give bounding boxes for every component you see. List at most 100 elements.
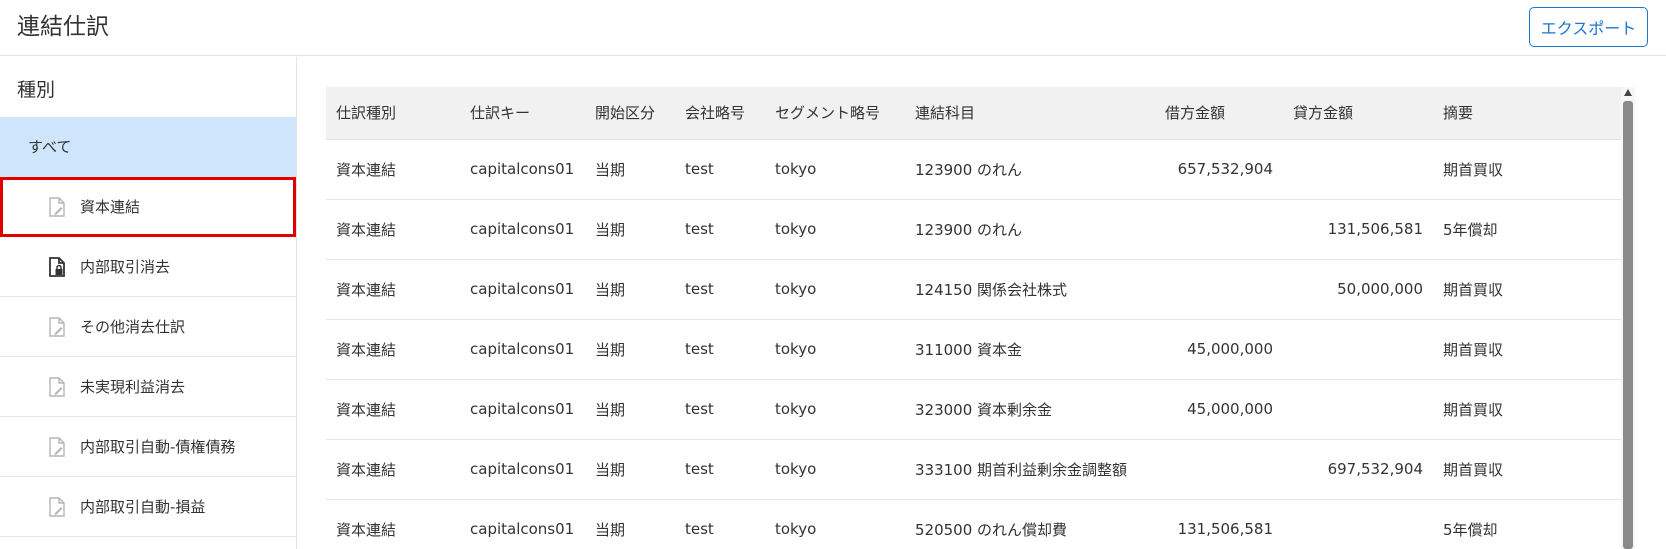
- table-row[interactable]: 資本連結 capitalcons01 当期 test tokyo 124150 …: [326, 259, 1621, 320]
- table-cell: capitalcons01: [460, 259, 585, 320]
- sidebar-list: すべて 資本連結 内部取引消去 その他消去仕訳 未実現利益消去 内部取引自動-債…: [0, 117, 296, 537]
- table-cell: capitalcons01: [460, 439, 585, 500]
- table-cell: 期首買収: [1433, 139, 1621, 200]
- document-edit-icon: [48, 497, 66, 517]
- table-cell: 657,532,904: [1155, 139, 1283, 200]
- column-header[interactable]: 連結科目: [905, 87, 1155, 140]
- table-cell: 当期: [585, 259, 675, 320]
- table-header-row: 仕訳種別 仕訳キー 開始区分 会社略号 セグメント略号 連結科目 借方金額 貸方…: [326, 87, 1621, 140]
- table-cell: 311000 資本金: [905, 319, 1155, 380]
- table-cell: 当期: [585, 199, 675, 260]
- table-cell: tokyo: [765, 259, 905, 320]
- table-cell: test: [675, 379, 765, 440]
- table-cell: test: [675, 139, 765, 200]
- table-cell: [1283, 139, 1433, 200]
- table-cell: 当期: [585, 319, 675, 380]
- table-cell: 期首買収: [1433, 319, 1621, 380]
- sidebar-heading: 種別: [17, 79, 56, 101]
- table-cell: tokyo: [765, 379, 905, 440]
- sidebar-item-auto-profit-loss[interactable]: 内部取引自動-損益: [0, 477, 296, 537]
- table-row[interactable]: 資本連結 capitalcons01 当期 test tokyo 123900 …: [326, 139, 1621, 200]
- table-cell: capitalcons01: [460, 199, 585, 260]
- column-header[interactable]: 開始区分: [585, 87, 675, 140]
- sidebar-item-label: 内部取引自動-債権債務: [80, 438, 236, 456]
- column-header[interactable]: 摘要: [1433, 87, 1621, 140]
- export-button[interactable]: エクスポート: [1529, 7, 1648, 47]
- sidebar-item-unrealized-profit[interactable]: 未実現利益消去: [0, 357, 296, 417]
- table-cell: [1283, 379, 1433, 440]
- table-cell: tokyo: [765, 199, 905, 260]
- table-cell: capitalcons01: [460, 139, 585, 200]
- column-header[interactable]: 借方金額: [1155, 87, 1283, 140]
- table-cell: 5年償却: [1433, 499, 1621, 549]
- table-cell: 資本連結: [326, 319, 460, 380]
- table-cell: test: [675, 199, 765, 260]
- table-cell: 資本連結: [326, 199, 460, 260]
- sidebar-item-capital-consolidation[interactable]: 資本連結: [0, 177, 296, 237]
- table-row[interactable]: 資本連結 capitalcons01 当期 test tokyo 323000 …: [326, 379, 1621, 440]
- table-cell: 45,000,000: [1155, 379, 1283, 440]
- scroll-up-arrow-icon[interactable]: [1624, 89, 1632, 96]
- table-cell: 520500 のれん償却費: [905, 499, 1155, 549]
- sidebar-item-label: 内部取引自動-損益: [80, 498, 206, 516]
- table-cell: 131,506,581: [1283, 199, 1433, 260]
- journal-table: 仕訳種別 仕訳キー 開始区分 会社略号 セグメント略号 連結科目 借方金額 貸方…: [326, 87, 1621, 549]
- sidebar: 種別 すべて 資本連結 内部取引消去 その他消去仕訳 未実現利益消去 内部取引自…: [0, 57, 297, 549]
- app-root: 連結仕訳 エクスポート 種別 すべて 資本連結 内部取引消去 その他消去仕訳 未…: [0, 0, 1666, 549]
- column-header[interactable]: セグメント略号: [765, 87, 905, 140]
- table-cell: 当期: [585, 439, 675, 500]
- table-row[interactable]: 資本連結 capitalcons01 当期 test tokyo 311000 …: [326, 319, 1621, 380]
- column-header[interactable]: 会社略号: [675, 87, 765, 140]
- table-cell: 5年償却: [1433, 199, 1621, 260]
- table-cell: 期首買収: [1433, 439, 1621, 500]
- table-cell: test: [675, 499, 765, 549]
- table-cell: test: [675, 319, 765, 380]
- table-cell: 当期: [585, 379, 675, 440]
- table-cell: 資本連結: [326, 259, 460, 320]
- table-cell: 50,000,000: [1283, 259, 1433, 320]
- table-cell: test: [675, 439, 765, 500]
- table-cell: 当期: [585, 139, 675, 200]
- table-cell: 期首買収: [1433, 379, 1621, 440]
- table-cell: tokyo: [765, 439, 905, 500]
- table-cell: tokyo: [765, 319, 905, 380]
- table-cell: 当期: [585, 499, 675, 549]
- scrollbar-thumb[interactable]: [1623, 101, 1633, 549]
- sidebar-item-intercompany-elimination[interactable]: 内部取引消去: [0, 237, 296, 297]
- page-title: 連結仕訳: [17, 14, 109, 40]
- page-header: 連結仕訳 エクスポート: [0, 0, 1666, 56]
- column-header[interactable]: 貸方金額: [1283, 87, 1433, 140]
- table-header: 仕訳種別 仕訳キー 開始区分 会社略号 セグメント略号 連結科目 借方金額 貸方…: [326, 87, 1621, 140]
- table-cell: 123900 のれん: [905, 139, 1155, 200]
- document-edit-icon: [48, 197, 66, 217]
- table-cell: 資本連結: [326, 379, 460, 440]
- table-body: 資本連結 capitalcons01 当期 test tokyo 123900 …: [326, 139, 1621, 549]
- table-row[interactable]: 資本連結 capitalcons01 当期 test tokyo 123900 …: [326, 199, 1621, 260]
- document-edit-icon: [48, 317, 66, 337]
- column-header[interactable]: 仕訳種別: [326, 87, 460, 140]
- table-cell: [1283, 499, 1433, 549]
- sidebar-item-auto-receivables[interactable]: 内部取引自動-債権債務: [0, 417, 296, 477]
- table-cell: test: [675, 259, 765, 320]
- column-header[interactable]: 仕訳キー: [460, 87, 585, 140]
- table-cell: capitalcons01: [460, 319, 585, 380]
- sidebar-item-label: 資本連結: [80, 198, 141, 216]
- table-cell: 131,506,581: [1155, 499, 1283, 549]
- table-cell: 資本連結: [326, 139, 460, 200]
- table-cell: [1155, 199, 1283, 260]
- table-cell: 697,532,904: [1283, 439, 1433, 500]
- table-cell: capitalcons01: [460, 379, 585, 440]
- table-cell: 123900 のれん: [905, 199, 1155, 260]
- table-row[interactable]: 資本連結 capitalcons01 当期 test tokyo 333100 …: [326, 439, 1621, 500]
- vertical-scrollbar[interactable]: [1621, 87, 1635, 549]
- document-edit-icon: [48, 377, 66, 397]
- journal-table-container: 仕訳種別 仕訳キー 開始区分 会社略号 セグメント略号 連結科目 借方金額 貸方…: [326, 87, 1621, 549]
- document-lock-icon: [48, 257, 66, 277]
- table-row[interactable]: 資本連結 capitalcons01 当期 test tokyo 520500 …: [326, 499, 1621, 549]
- table-cell: 333100 期首利益剰余金調整額: [905, 439, 1155, 500]
- sidebar-item-all[interactable]: すべて: [0, 117, 296, 177]
- table-cell: 資本連結: [326, 499, 460, 549]
- table-cell: [1155, 439, 1283, 500]
- sidebar-item-other-elimination[interactable]: その他消去仕訳: [0, 297, 296, 357]
- table-cell: [1283, 319, 1433, 380]
